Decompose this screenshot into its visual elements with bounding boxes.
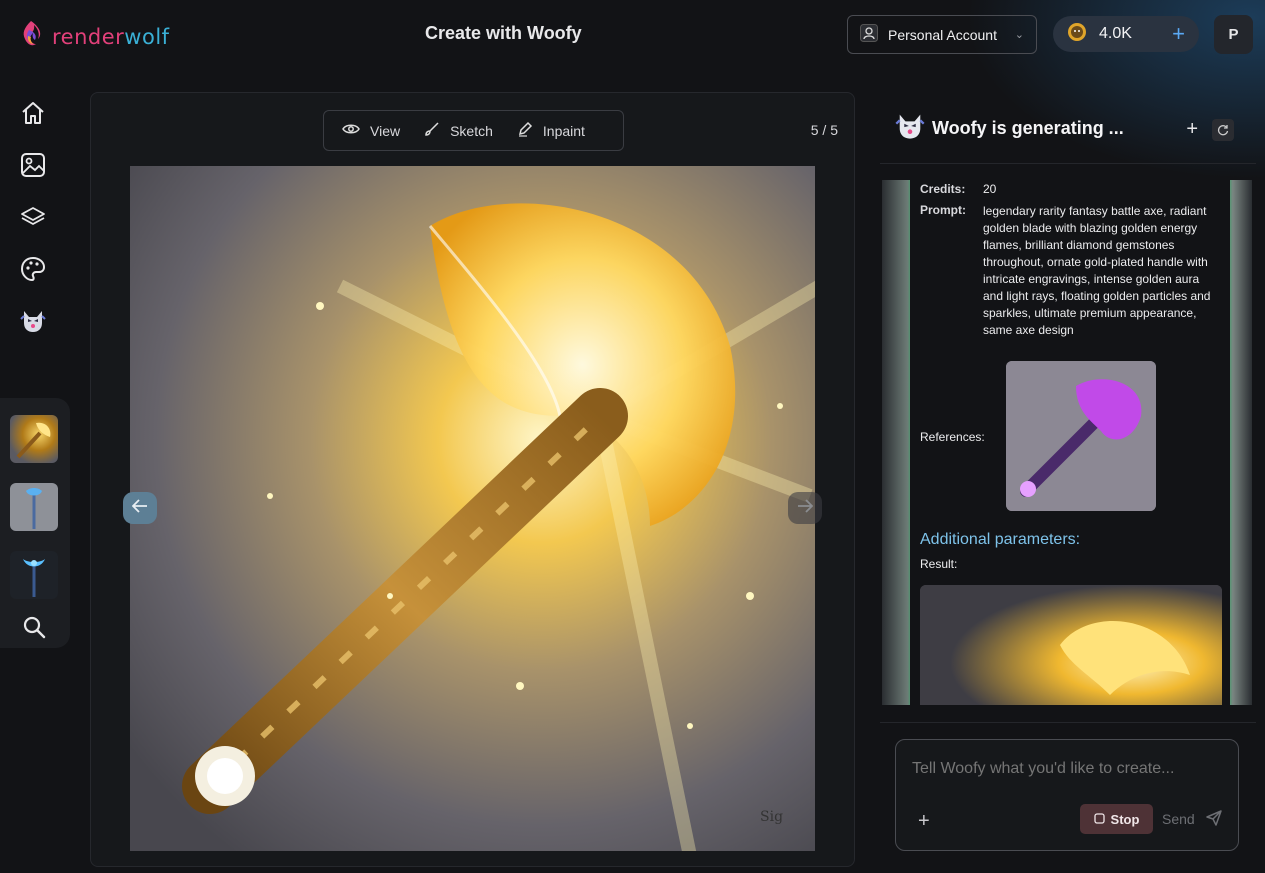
references-label: References:	[920, 430, 985, 444]
nav-search[interactable]	[22, 615, 46, 644]
chat-actions: +	[1186, 118, 1234, 141]
attach-plus-icon[interactable]: +	[918, 810, 930, 833]
credits-pill[interactable]: 4.0K +	[1053, 16, 1199, 52]
additional-parameters-link[interactable]: Additional parameters:	[920, 531, 1080, 549]
left-nav	[10, 92, 56, 352]
reference-image[interactable]	[1006, 361, 1156, 511]
logo-text: renderwolf	[52, 25, 170, 49]
prompt-row: Prompt: legendary rarity fantasy battle a…	[920, 203, 1213, 339]
previous-image-button[interactable]	[123, 492, 157, 524]
arrow-right-icon	[797, 498, 814, 518]
tool-sketch[interactable]: Sketch	[424, 121, 493, 140]
account-label: Personal Account	[888, 26, 997, 43]
tool-inpaint[interactable]: Inpaint	[517, 121, 585, 140]
send-label: Send	[1162, 811, 1195, 827]
message-body: Credits: 20 Prompt: legendary rarity fanta…	[910, 180, 1230, 705]
thumbnail-silver-axe[interactable]	[10, 483, 58, 531]
chat-header-divider	[880, 163, 1256, 164]
message-edge-right	[1228, 180, 1252, 705]
add-credits-icon[interactable]: +	[1172, 23, 1185, 45]
account-selector[interactable]: Personal Account ⌄	[847, 15, 1037, 54]
avatar[interactable]: P	[1214, 15, 1253, 54]
nav-layers[interactable]	[10, 196, 56, 242]
flame-logo-icon	[20, 20, 42, 53]
prompt-label: Prompt:	[920, 203, 966, 217]
history-thumbnails	[0, 398, 70, 648]
canvas-panel: View Sketch Inpaint 5 / 5 Sig	[90, 92, 855, 867]
refresh-icon[interactable]	[1212, 118, 1234, 141]
generated-image[interactable]: Sig	[130, 166, 815, 851]
image-icon	[20, 152, 46, 183]
tool-view-label: View	[370, 122, 401, 139]
thumbnail-blue-axe[interactable]	[10, 551, 58, 599]
nav-palette[interactable]	[10, 248, 56, 294]
tool-sketch-label: Sketch	[450, 122, 493, 139]
credits-label: Credits:	[920, 182, 966, 196]
composer-divider	[880, 722, 1256, 723]
page-title: Create with Woofy	[425, 23, 582, 43]
prompt-value: legendary rarity fantasy battle axe, rad…	[983, 204, 1211, 337]
nav-images[interactable]	[10, 144, 56, 190]
layers-icon	[20, 204, 46, 235]
stop-button[interactable]: Stop	[1080, 804, 1153, 834]
result-label: Result:	[920, 557, 958, 571]
stop-label: Stop	[1110, 811, 1140, 827]
home-icon	[20, 100, 46, 131]
eye-icon	[342, 122, 360, 139]
chevron-down-icon: ⌄	[1014, 29, 1024, 41]
credits-value: 20	[983, 182, 997, 196]
result-image[interactable]	[920, 585, 1222, 705]
thumbnail-golden-axe[interactable]	[10, 415, 58, 463]
logo-text-render: render	[52, 24, 125, 49]
tool-inpaint-label: Inpaint	[542, 122, 585, 139]
chat-title: Woofy is generating ...	[932, 117, 1124, 138]
image-counter: 5 / 5	[810, 122, 838, 138]
credits-amount: 4.0K	[1099, 25, 1132, 42]
nav-home[interactable]	[10, 92, 56, 138]
logo-text-wolf: wolf	[124, 24, 170, 49]
top-bar: renderwolf Create with Woofy Personal Ac…	[0, 0, 1265, 180]
search-icon	[22, 616, 46, 643]
prompt-input[interactable]	[912, 760, 1212, 778]
tool-view[interactable]: View	[342, 122, 400, 139]
stop-square-icon	[1093, 812, 1105, 827]
user-icon	[860, 24, 878, 45]
woofy-avatar-icon	[894, 110, 926, 147]
chat-composer: + Stop Send	[895, 739, 1239, 851]
new-chat-icon[interactable]: +	[1186, 118, 1198, 141]
credits-row: Credits: 20	[920, 182, 996, 196]
message-edge-left	[882, 180, 912, 705]
palette-icon	[20, 256, 46, 287]
coin-icon	[1067, 22, 1087, 47]
send-icon	[1205, 809, 1223, 830]
svg-text:Sig: Sig	[760, 809, 783, 825]
woofy-icon	[19, 307, 47, 340]
next-image-button[interactable]	[788, 492, 822, 524]
brush-icon	[424, 121, 440, 140]
canvas-toolbar: View Sketch Inpaint	[323, 110, 624, 151]
chat-message: Credits: 20 Prompt: legendary rarity fanta…	[882, 180, 1252, 705]
logo[interactable]: renderwolf	[20, 20, 170, 53]
chat-header: Woofy is generating ... +	[894, 108, 1244, 148]
pen-icon	[517, 121, 533, 140]
arrow-left-icon	[131, 498, 148, 518]
nav-woofy[interactable]	[10, 300, 56, 346]
send-button[interactable]: Send	[1162, 804, 1223, 834]
